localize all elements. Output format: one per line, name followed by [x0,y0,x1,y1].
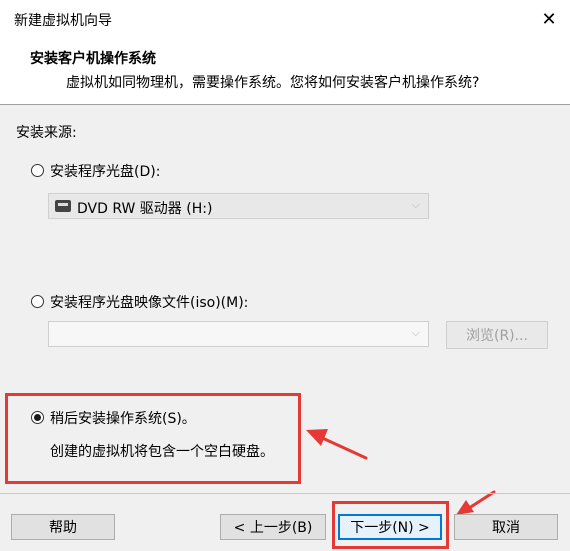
header-title: 安装客户机操作系统 [30,51,156,67]
annotation-arrow-icon [306,429,368,460]
help-button[interactable]: 帮助 [11,514,115,540]
close-icon[interactable]: ✕ [534,4,564,34]
chevron-down-icon: ⌵ [411,198,420,211]
disc-option-label[interactable]: 安装程序光盘(D): [50,161,160,181]
header-subtitle: 虚拟机如同物理机，需要操作系统。您将如何安装客户机操作系统? [66,75,480,91]
iso-option-label[interactable]: 安装程序光盘映像文件(iso)(M): [50,292,248,312]
footer-divider [0,493,570,494]
disc-drive-select[interactable]: DVD RW 驱动器 (H:) ⌵ [48,193,429,219]
wizard-header: 安装客户机操作系统 虚拟机如同物理机，需要操作系统。您将如何安装客户机操作系统? [0,38,570,102]
title-bar: 新建虚拟机向导 ✕ [0,0,570,38]
window-title: 新建虚拟机向导 [14,13,112,29]
disc-drive-value: DVD RW 驱动器 (H:) [77,201,213,217]
highlight-box-next [332,501,449,549]
chevron-down-icon: ⌵ [411,326,420,339]
iso-path-select[interactable]: ⌵ [48,321,429,347]
dvd-drive-icon [55,200,71,212]
highlight-box-option [5,393,301,484]
cancel-button[interactable]: 取消 [454,514,558,540]
browse-button[interactable]: 浏览(R)... [446,321,548,349]
back-button[interactable]: < 上一步(B) [220,514,326,540]
disc-radio[interactable] [31,164,44,177]
source-label: 安装来源: [16,125,77,141]
iso-radio[interactable] [31,295,44,308]
